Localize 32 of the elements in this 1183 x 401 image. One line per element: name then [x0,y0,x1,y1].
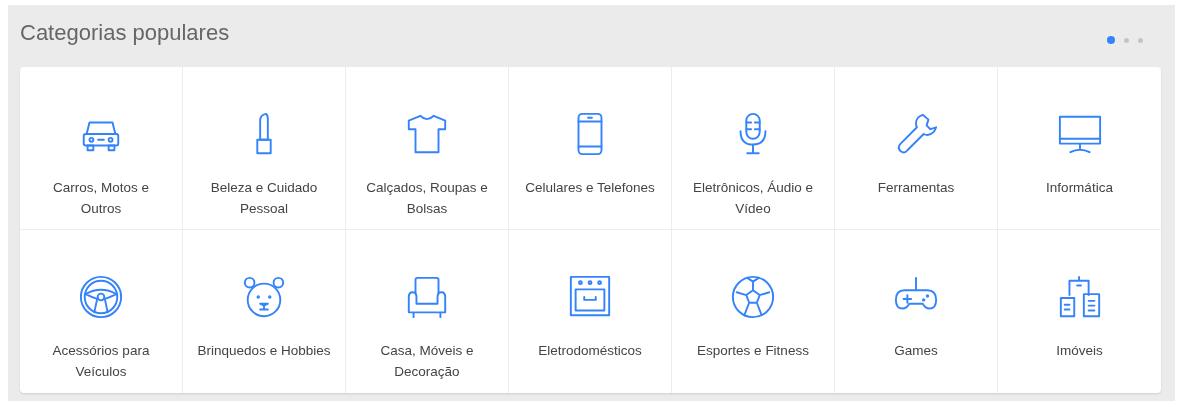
steering-wheel-icon [78,274,124,320]
category-tile[interactable]: Beleza e Cuidado Pessoal [183,67,346,230]
category-label: Brinquedos e Hobbies [197,342,331,360]
category-tile[interactable]: Games [835,230,998,393]
category-label: Calçados, Roupas e Bolsas [365,179,489,218]
category-label: Imóveis [1056,342,1103,360]
category-label: Beleza e Cuidado Pessoal [209,179,319,218]
category-tile[interactable]: Informática [998,67,1161,230]
category-label: Carros, Motos e Outros [52,179,150,218]
category-tile[interactable]: Calçados, Roupas e Bolsas [346,67,509,230]
category-tile[interactable]: Ferramentas [835,67,998,230]
soccer-ball-icon [730,274,776,320]
section-title: Categorias populares [20,19,230,47]
category-tile[interactable]: Eletrônicos, Áudio e Vídeo [672,67,835,230]
category-tile[interactable]: Acessórios para Veículos [20,230,183,393]
category-label: Games [894,342,938,360]
category-label: Eletrodomésticos [538,342,642,360]
teddy-bear-icon [241,274,287,320]
category-label: Esportes e Fitness [697,342,809,360]
category-label: Eletrônicos, Áudio e Vídeo [691,179,815,218]
category-label: Ferramentas [877,179,955,197]
category-label: Informática [1046,179,1113,197]
category-tile[interactable]: Carros, Motos e Outros [20,67,183,230]
category-tile[interactable]: Esportes e Fitness [672,230,835,393]
category-label: Celulares e Telefones [525,179,655,197]
category-tile[interactable]: Celulares e Telefones [509,67,672,230]
category-tile[interactable]: Brinquedos e Hobbies [183,230,346,393]
category-label: Casa, Móveis e Decoração [379,342,475,381]
category-tile[interactable]: Eletrodomésticos [509,230,672,393]
category-tile[interactable]: Casa, Móveis e Decoração [346,230,509,393]
category-label: Acessórios para Veículos [51,342,151,381]
category-tile[interactable]: Imóveis [998,230,1161,393]
